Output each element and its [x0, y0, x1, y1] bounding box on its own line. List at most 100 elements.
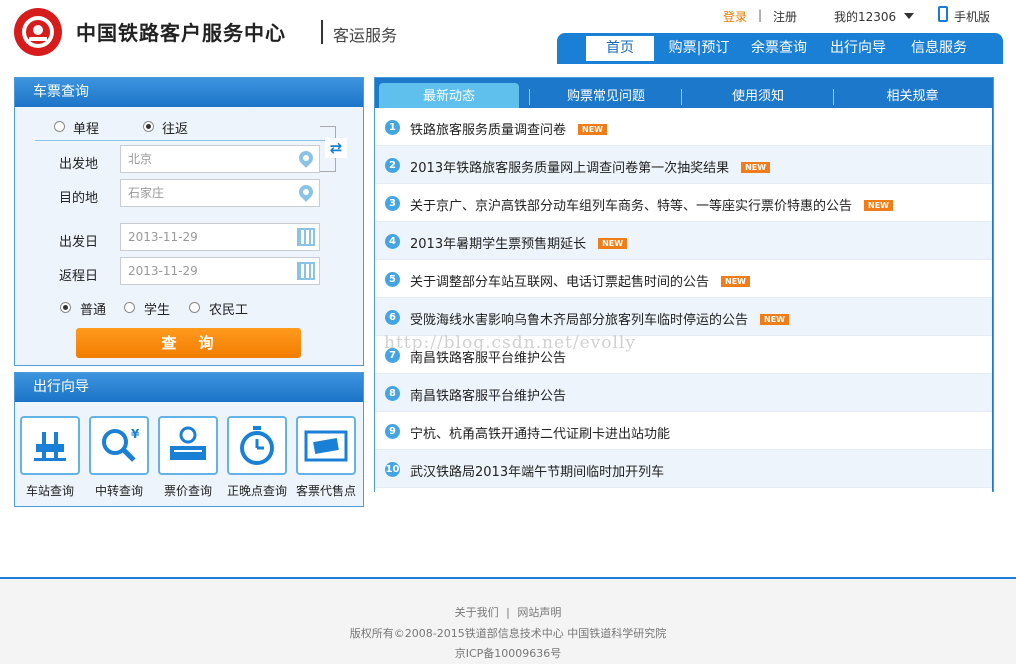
- travel-guide-panel: 出行向导 车站查询 ¥ 中转查询 票价查询 正晚点查询 客票代售点: [14, 372, 364, 507]
- news-number-badge: 2: [385, 158, 400, 173]
- header: 中国铁路客户服务中心 客运服务 登录 | 注册 我的12306 手机版 首页 购…: [0, 0, 1016, 64]
- login-link[interactable]: 登录: [723, 8, 747, 25]
- punctuality-icon-box: [227, 416, 287, 475]
- news-list: 1 铁路旅客服务质量调查问卷 NEW 2 2013年铁路旅客服务质量网上调查问卷第一次抽…: [375, 108, 992, 492]
- news-title[interactable]: 宁杭、杭甬高铁开通持二代证刷卡进出站功能: [410, 423, 670, 442]
- calendar-icon[interactable]: [297, 262, 315, 280]
- my-12306-link[interactable]: 我的12306: [834, 8, 896, 25]
- transfer-icon-box: ¥: [89, 416, 149, 475]
- from-station-value: 北京: [128, 152, 153, 166]
- news-title[interactable]: 关于调整部分车站互联网、电话订票起售时间的公告 NEW: [410, 271, 750, 290]
- new-badge: NEW: [578, 124, 607, 135]
- station-icon-box: [20, 416, 80, 475]
- news-title-text: 武汉铁路局2013年端午节期间临时加开列车: [410, 465, 665, 480]
- news-title[interactable]: 武汉铁路局2013年端午节期间临时加开列车: [410, 461, 664, 480]
- nav-ticket-availability[interactable]: 余票查询: [744, 33, 814, 64]
- news-title-text: 南昌铁路客服平台维护公告: [410, 351, 567, 366]
- to-label: 目的地: [59, 191, 99, 206]
- tab-usage-notes[interactable]: 使用须知: [683, 83, 833, 108]
- news-title[interactable]: 关于京广、京沪高铁部分动车组列车商务、特等、一等座实行票价特惠的公告 NEW: [410, 195, 893, 214]
- swap-stations-icon[interactable]: ⇄: [325, 138, 347, 158]
- news-number-badge: 6: [385, 310, 400, 325]
- new-badge: NEW: [760, 314, 789, 325]
- news-item[interactable]: 10 武汉铁路局2013年端午节期间临时加开列车: [375, 450, 992, 488]
- ticket-office-icon: [304, 430, 348, 462]
- return-date-input[interactable]: 2013-11-29: [120, 257, 320, 285]
- search-button[interactable]: 查询: [76, 328, 301, 358]
- fare-icon-box: [158, 416, 218, 475]
- nav-booking[interactable]: 购票|预订: [661, 33, 737, 64]
- news-number-badge: 10: [385, 462, 400, 477]
- news-item[interactable]: 4 2013年暑期学生票预售期延长 NEW: [375, 222, 992, 260]
- news-title-text: 南昌铁路客服平台维护公告: [410, 389, 567, 404]
- news-title[interactable]: 南昌铁路客服平台维护公告: [410, 385, 566, 404]
- mobile-version-link[interactable]: 手机版: [954, 8, 990, 25]
- news-item[interactable]: 6 受陇海线水害影响乌鲁木齐局部分旅客列车临时停运的公告 NEW: [375, 298, 992, 336]
- news-title[interactable]: 2013年暑期学生票预售期延长 NEW: [410, 233, 628, 252]
- tab-faq[interactable]: 购票常见问题: [531, 83, 681, 108]
- nav-travel-guide[interactable]: 出行向导: [823, 33, 893, 64]
- link-separator: |: [758, 8, 763, 22]
- from-station-input[interactable]: 北京: [120, 145, 320, 173]
- round-trip-radio[interactable]: [143, 121, 154, 132]
- news-title-text: 2013年暑期学生票预售期延长: [410, 237, 587, 252]
- nav-home[interactable]: 首页: [586, 36, 654, 61]
- news-tabs: 最新动态 购票常见问题 使用须知 相关规章: [379, 83, 992, 108]
- tab-divider: [529, 89, 530, 105]
- news-item[interactable]: 2 2013年铁路旅客服务质量网上调查问卷第一次抽奖结果 NEW: [375, 146, 992, 184]
- to-station-input[interactable]: 石家庄: [120, 179, 320, 207]
- top-links: 登录 | 注册 我的12306 手机版: [716, 6, 1006, 25]
- transfer-query-label: 中转查询: [94, 484, 143, 498]
- depart-date-input[interactable]: 2013-11-29: [120, 223, 320, 251]
- migrant-worker-label: 农民工: [209, 303, 249, 318]
- site-title: 中国铁路客户服务中心: [76, 21, 286, 45]
- calendar-icon[interactable]: [297, 228, 315, 246]
- round-trip-label: 往返: [162, 122, 189, 137]
- return-date-value: 2013-11-29: [128, 264, 198, 278]
- news-number-badge: 9: [385, 424, 400, 439]
- to-station-value: 石家庄: [128, 186, 165, 200]
- clock-icon: [240, 426, 274, 465]
- news-item[interactable]: 3 关于京广、京沪高铁部分动车组列车商务、特等、一等座实行票价特惠的公告 NEW: [375, 184, 992, 222]
- footer-separator: |: [506, 606, 510, 619]
- punctuality-query-label: 正晚点查询: [226, 484, 287, 498]
- fare-query-label: 票价查询: [163, 484, 212, 498]
- news-title-text: 2013年铁路旅客服务质量网上调查问卷第一次抽奖结果: [410, 161, 730, 176]
- ticket-agency-icon-box: [296, 416, 356, 475]
- news-item[interactable]: 9 宁杭、杭甬高铁开通持二代证刷卡进出站功能: [375, 412, 992, 450]
- ticket-query-panel: 车票查询 单程 往返 出发地 北京 目的地 石家庄 ⇄ 出发日 2013-11-…: [14, 77, 364, 366]
- depart-date-label: 出发日: [59, 235, 99, 250]
- station-query-label: 车站查询: [25, 484, 74, 498]
- news-title[interactable]: 受陇海线水害影响乌鲁木齐局部分旅客列车临时停运的公告 NEW: [410, 309, 789, 328]
- new-badge: NEW: [598, 238, 628, 249]
- new-badge: NEW: [864, 200, 893, 211]
- dropdown-arrow-icon[interactable]: [904, 13, 914, 19]
- magnifier-icon: ¥: [102, 427, 140, 462]
- about-us-link[interactable]: 关于我们: [455, 606, 499, 619]
- register-link[interactable]: 注册: [773, 8, 797, 25]
- news-item[interactable]: 8 南昌铁路客服平台维护公告: [375, 374, 992, 412]
- news-title[interactable]: 铁路旅客服务质量调查问卷 NEW: [410, 119, 607, 138]
- site-statement-link[interactable]: 网站声明: [517, 606, 561, 619]
- tab-regulations[interactable]: 相关规章: [835, 83, 990, 108]
- railway-logo-icon[interactable]: [14, 8, 62, 56]
- adult-radio[interactable]: [60, 302, 71, 313]
- news-title[interactable]: 2013年铁路旅客服务质量网上调查问卷第一次抽奖结果 NEW: [410, 157, 771, 176]
- location-pin-icon: [296, 148, 316, 168]
- news-panel: 最新动态 购票常见问题 使用须知 相关规章 1 铁路旅客服务质量调查问卷 NEW 2 2…: [374, 77, 994, 492]
- one-way-radio[interactable]: [54, 121, 65, 132]
- nav-info-service[interactable]: 信息服务: [903, 33, 975, 64]
- svg-text:¥: ¥: [131, 427, 140, 441]
- student-radio[interactable]: [124, 302, 135, 313]
- from-label: 出发地: [59, 157, 99, 172]
- footer-links: 关于我们 | 网站声明: [0, 604, 1016, 620]
- news-item[interactable]: 5 关于调整部分车站互联网、电话订票起售时间的公告 NEW: [375, 260, 992, 298]
- news-number-badge: 8: [385, 386, 400, 401]
- news-item[interactable]: 1 铁路旅客服务质量调查问卷 NEW: [375, 108, 992, 146]
- tab-divider: [681, 89, 682, 105]
- migrant-worker-radio[interactable]: [189, 302, 200, 313]
- news-title-text: 宁杭、杭甬高铁开通持二代证刷卡进出站功能: [410, 427, 671, 442]
- station-icon: [34, 432, 66, 461]
- divider: [35, 140, 343, 141]
- tab-latest-news[interactable]: 最新动态: [379, 83, 519, 108]
